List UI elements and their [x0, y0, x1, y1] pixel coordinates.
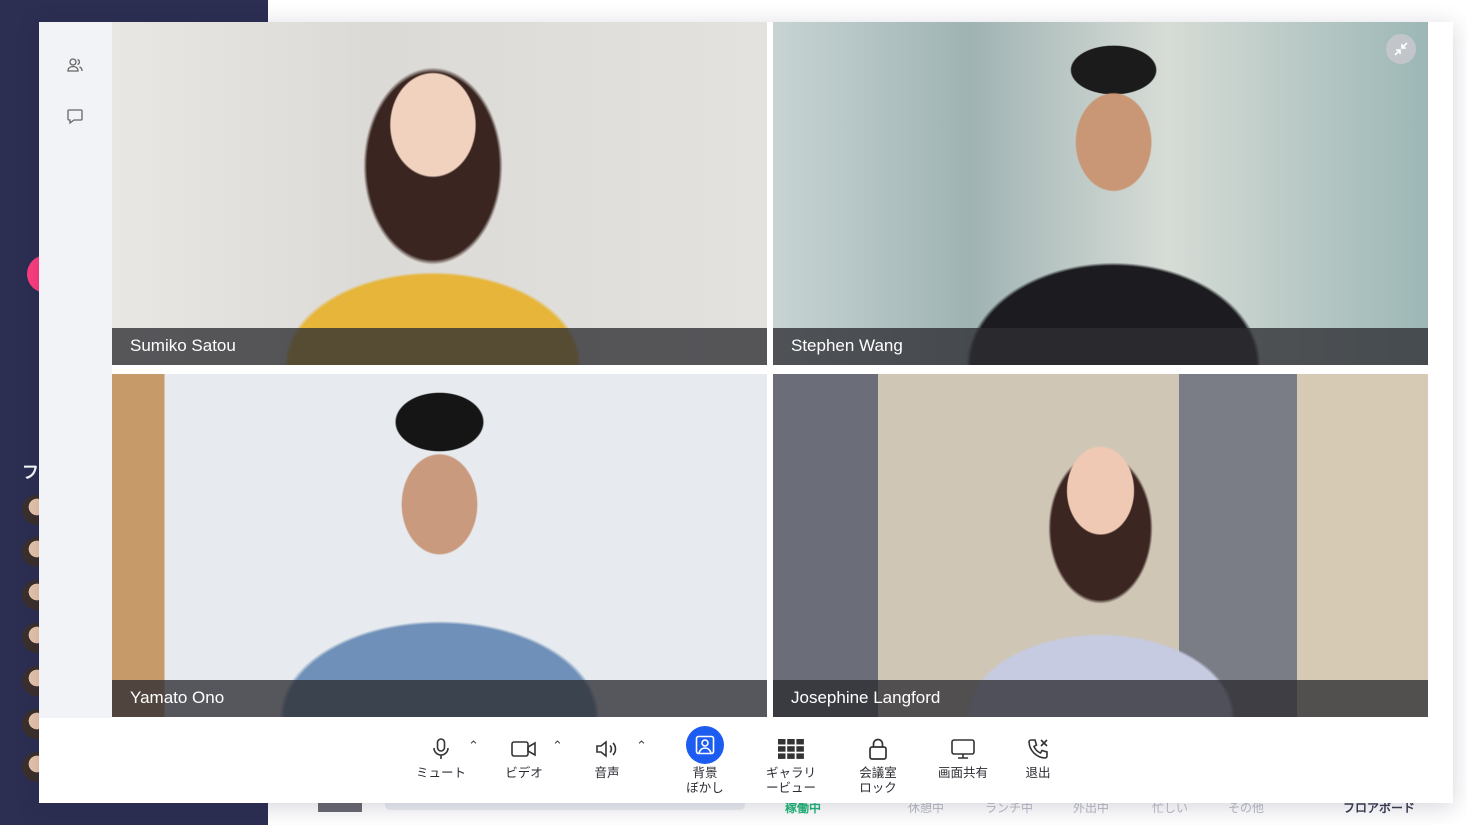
- monitor-icon: [928, 734, 998, 764]
- video-tile[interactable]: Sumiko Satou: [112, 22, 767, 365]
- participant-video: [773, 374, 1428, 717]
- background-blur-button[interactable]: 背景 ぼかし: [670, 726, 740, 796]
- leave-button[interactable]: 退出: [1003, 734, 1073, 781]
- participant-video: [773, 22, 1428, 365]
- speaker-icon: [572, 734, 642, 764]
- video-button[interactable]: ビデオ: [489, 734, 559, 781]
- participant-video: [112, 374, 767, 717]
- screen-share-button[interactable]: 画面共有: [928, 734, 998, 781]
- mute-label: ミュート: [415, 766, 466, 780]
- audio-button[interactable]: 音声: [572, 734, 642, 781]
- audio-label: 音声: [594, 766, 620, 780]
- gallery-view-button[interactable]: ギャラリ ービュー: [756, 734, 826, 796]
- participant-video: [112, 22, 767, 365]
- video-tile[interactable]: Josephine Langford: [773, 374, 1428, 717]
- mute-options-caret[interactable]: ⌃: [468, 738, 479, 754]
- mute-button[interactable]: ミュート: [406, 734, 476, 781]
- meeting-toolbar: ミュート ⌃ ビデオ ⌃ 音声 ⌃ 背景 ぼかし ギャラリ ービュー 会議室 ロ…: [39, 718, 1453, 803]
- gallery-view-label: ギャラリ ービュー: [765, 766, 816, 795]
- background-blur-label: 背景 ぼかし: [686, 766, 724, 795]
- microphone-icon: [406, 734, 476, 764]
- camera-icon: [489, 734, 559, 764]
- video-meeting-window: Sumiko Satou Stephen Wang Yamato Ono Jos…: [39, 22, 1453, 803]
- meeting-side-rail: [39, 22, 112, 718]
- lock-icon: [843, 734, 913, 764]
- lock-room-button[interactable]: 会議室 ロック: [843, 734, 913, 796]
- video-options-caret[interactable]: ⌃: [552, 738, 563, 754]
- participant-name: Josephine Langford: [791, 688, 941, 707]
- grid-icon: [756, 734, 826, 764]
- participant-name: Stephen Wang: [791, 336, 903, 355]
- phone-hangup-icon: [1003, 734, 1073, 764]
- video-tile[interactable]: Stephen Wang: [773, 22, 1428, 365]
- video-tile[interactable]: Yamato Ono: [112, 374, 767, 717]
- chat-icon[interactable]: [63, 104, 87, 128]
- video-label: ビデオ: [505, 766, 543, 780]
- participants-icon[interactable]: [63, 53, 87, 77]
- background-blur-icon: [670, 726, 740, 764]
- sidebar-heading: フ: [22, 463, 39, 482]
- participant-name: Yamato Ono: [130, 688, 225, 707]
- audio-options-caret[interactable]: ⌃: [636, 738, 647, 754]
- leave-label: 退出: [1025, 766, 1051, 780]
- participant-name: Sumiko Satou: [130, 336, 236, 355]
- minimize-arrows-icon[interactable]: [1386, 34, 1416, 64]
- screen-share-label: 画面共有: [937, 766, 988, 780]
- lock-room-label: 会議室 ロック: [859, 766, 897, 795]
